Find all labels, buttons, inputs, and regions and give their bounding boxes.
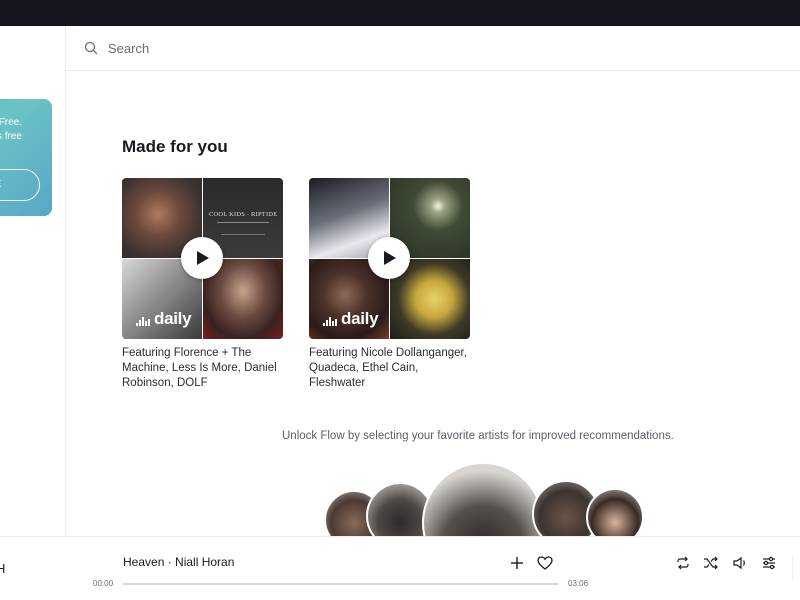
flow-card-2[interactable]: daily Featuring Nicole Dollanganger, Qua… [309,178,470,391]
elapsed-time: 00:00 [93,579,114,588]
promo-button[interactable]: E [0,169,40,201]
shuffle-icon[interactable] [702,554,720,572]
player-left-fragment: H [0,561,6,576]
search-icon [84,41,98,55]
equalizer-icon[interactable] [760,554,778,572]
deezer-bars-icon [323,317,337,326]
artist-circle[interactable] [422,462,544,536]
card-artwork[interactable]: COOL KIDS · RIPTIDE daily [122,178,283,339]
unlock-flow-text: Unlock Flow by selecting your favorite a… [282,430,674,442]
artist-picker [324,462,644,536]
volume-icon[interactable] [731,554,749,572]
card-artwork[interactable]: daily [309,178,470,339]
play-icon [197,251,209,265]
flow-card-1[interactable]: COOL KIDS · RIPTIDE daily Featuring Flor… [122,178,283,391]
daily-logo-text: daily [341,309,379,328]
progress-bar[interactable] [123,583,558,585]
daily-logo: daily [136,309,192,329]
play-button[interactable] [181,237,223,279]
window-top-bar [0,0,800,26]
artwork-text: COOL KIDS · RIPTIDE [209,211,278,218]
promo-text: Free. ds free [0,117,22,142]
plus-icon[interactable] [508,554,526,572]
card-caption: Featuring Florence + The Machine, Less I… [122,347,277,389]
divider [792,555,793,581]
promo-button-label: E [0,170,1,200]
card-caption: Featuring Nicole Dollanganger, Quadeca, … [309,347,467,389]
sidebar: Free. ds free E s [0,26,66,536]
track-title[interactable]: Heaven · Niall Horan [123,555,234,569]
player-bar: H Heaven · Niall Horan 00:00 03:06 [0,536,800,600]
repeat-icon[interactable] [674,554,692,572]
daily-logo-text: daily [154,309,192,328]
promo-banner: Free. ds free E [0,99,52,216]
play-button[interactable] [368,237,410,279]
deezer-bars-icon [136,317,150,326]
duration-time: 03:06 [568,579,589,588]
daily-logo: daily [323,309,379,329]
section-title: Made for you [122,137,228,156]
play-icon [384,251,396,265]
search-bar [66,26,800,71]
artist-circle[interactable] [586,488,644,536]
search-input[interactable] [108,38,508,58]
heart-icon[interactable] [536,554,554,572]
